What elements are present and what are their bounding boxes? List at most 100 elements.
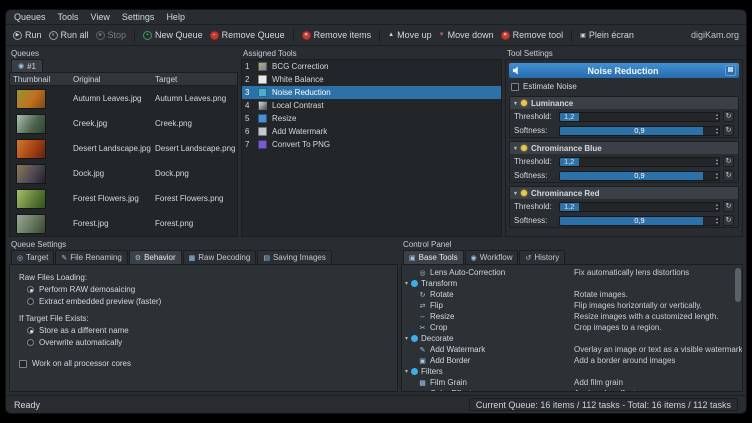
chrominance-blue-section-header[interactable]: ▾ Chrominance Blue [510, 142, 738, 154]
spinbox-arrows-icon[interactable]: ▴▾ [716, 172, 718, 180]
column-original[interactable]: Original [70, 75, 152, 84]
tab-file-renaming[interactable]: ✎File Renaming [55, 250, 127, 264]
queue-tab-1[interactable]: ◉ #1 [11, 59, 43, 72]
queue-row[interactable]: Desert Landscape.jpg Desert Landscape.pn… [10, 136, 237, 161]
chevron-down-icon[interactable]: ▾ [405, 335, 408, 342]
radio-store-different-name[interactable]: Store as a different name [19, 326, 388, 335]
spinbox-arrows-icon[interactable]: ▴▾ [716, 217, 718, 225]
spinbox-arrows-icon[interactable]: ▴▾ [716, 158, 718, 166]
tree-item-add-border[interactable]: ▣Add Border Add a border around images [402, 355, 742, 366]
assigned-tool-row-selected[interactable]: 3 Noise Reduction [242, 86, 501, 99]
tree-item-rotate[interactable]: ↻Rotate Rotate images. [402, 289, 742, 300]
tab-base-tools[interactable]: ▣Base Tools [403, 250, 464, 264]
radio-extract-embedded-preview[interactable]: Extract embedded preview (faster) [19, 297, 388, 306]
radio-icon[interactable] [27, 286, 34, 293]
reset-icon[interactable]: ↻ [723, 125, 734, 136]
chevron-down-icon[interactable]: ▾ [514, 145, 517, 152]
softness-slider[interactable]: 0,9 ▴▾ [559, 126, 720, 136]
tree-category-filters[interactable]: ▾Filters [402, 366, 742, 377]
assigned-tool-row[interactable]: 2 White Balance [242, 73, 501, 86]
tree-item-resize[interactable]: ↔Resize Resize images with a customized … [402, 311, 742, 322]
queue-row[interactable]: Creek.jpg Creek.png [10, 111, 237, 136]
work-all-cores-checkbox[interactable] [19, 360, 27, 368]
luminance-section-header[interactable]: ▾ Luminance [510, 97, 738, 109]
reset-icon[interactable]: ↻ [723, 156, 734, 167]
run-all-button[interactable]: »Run all [49, 30, 89, 40]
tree-item-film-grain[interactable]: ▦Film Grain Add film grain [402, 377, 742, 388]
reset-icon[interactable]: ↻ [723, 111, 734, 122]
tree-item-flip[interactable]: ⇄Flip Flip images horizontally or vertic… [402, 300, 742, 311]
spinbox-arrows-icon[interactable]: ▴▾ [716, 203, 718, 211]
radio-icon[interactable] [27, 327, 34, 334]
remove-queue-button[interactable]: −Remove Queue [210, 30, 285, 40]
menu-settings[interactable]: Settings [122, 12, 155, 22]
threshold-slider[interactable]: 1,2 ▴▾ [559, 157, 720, 167]
speaker-icon[interactable] [512, 66, 521, 75]
reset-icon[interactable]: ↻ [723, 215, 734, 226]
tab-saving-images[interactable]: ▤Saving Images [257, 250, 332, 264]
tree-item-label: Flip [430, 301, 443, 310]
chrominance-red-section-header[interactable]: ▾ Chrominance Red [510, 187, 738, 199]
softness-slider[interactable]: 0,9 ▴▾ [559, 171, 720, 181]
assigned-tool-row[interactable]: 4 Local Contrast [242, 99, 501, 112]
assigned-tool-row[interactable]: 7 Convert To PNG [242, 138, 501, 151]
queue-row[interactable]: Autumn Leaves.jpg Autumn Leaves.png [10, 86, 237, 111]
column-target[interactable]: Target [152, 75, 237, 84]
tab-raw-decoding[interactable]: ▦Raw Decoding [183, 250, 257, 264]
remove-items-button[interactable]: ✕Remove items [302, 30, 372, 40]
tree-item-add-watermark[interactable]: ✎Add Watermark Overlay an image or text … [402, 344, 742, 355]
tree-item-crop[interactable]: ✂Crop Crop images to a region. [402, 322, 742, 333]
tree-category-transform[interactable]: ▾Transform [402, 278, 742, 289]
vertical-scrollbar[interactable] [735, 268, 741, 302]
threshold-slider[interactable]: 1,2 ▴▾ [559, 112, 720, 122]
move-down-button[interactable]: ▼Move down [439, 30, 494, 40]
close-icon: ✕ [501, 31, 510, 40]
menu-view[interactable]: View [91, 12, 110, 22]
tool-properties-icon[interactable]: ▤ [725, 65, 736, 76]
tab-history[interactable]: ↺History [519, 250, 565, 264]
radio-icon[interactable] [27, 298, 34, 305]
menu-tools[interactable]: Tools [58, 12, 79, 22]
menu-help[interactable]: Help [166, 12, 185, 22]
tab-workflow[interactable]: ◉Workflow [465, 250, 519, 264]
chevron-down-icon[interactable]: ▾ [514, 100, 517, 107]
spinbox-arrows-icon[interactable]: ▴▾ [716, 127, 718, 135]
run-button[interactable]: ▶Run [13, 30, 42, 40]
queue-row[interactable]: Forest.jpg Forest.png [10, 211, 237, 236]
stop-button[interactable]: ■Stop [96, 30, 127, 40]
move-up-button[interactable]: ▲Move up [388, 30, 431, 40]
estimate-noise-checkbox[interactable] [511, 83, 519, 91]
remove-tool-button[interactable]: ✕Remove tool [501, 30, 564, 40]
assigned-tool-row[interactable]: 6 Add Watermark [242, 125, 501, 138]
tree-category-decorate[interactable]: ▾Decorate [402, 333, 742, 344]
assigned-tool-row[interactable]: 5 Resize [242, 112, 501, 125]
estimate-noise-row[interactable]: Estimate Noise [509, 78, 739, 93]
new-queue-button[interactable]: +New Queue [143, 30, 203, 40]
work-all-cores-row[interactable]: Work on all processor cores [19, 359, 388, 368]
tab-behavior[interactable]: ⚙Behavior [129, 250, 182, 264]
radio-perform-raw-demosaicing[interactable]: Perform RAW demosaicing [19, 285, 388, 294]
reset-icon[interactable]: ↻ [723, 201, 734, 212]
threshold-slider[interactable]: 1,2 ▴▾ [559, 202, 720, 212]
tree-item-color-effects[interactable]: ◑Color Effects Apply color effects [402, 388, 742, 392]
chevron-down-icon[interactable]: ▾ [514, 190, 517, 197]
tab-label: Base Tools [419, 253, 458, 262]
reset-icon[interactable]: ↻ [723, 170, 734, 181]
new-queue-label: New Queue [155, 30, 203, 40]
queue-row[interactable]: Forest Flowers.jpg Forest Flowers.png [10, 186, 237, 211]
tree-item-label: Add Border [430, 356, 470, 365]
tab-target[interactable]: ◎Target [11, 250, 54, 264]
column-thumbnail[interactable]: Thumbnail [10, 75, 70, 84]
chevron-down-icon[interactable]: ▾ [405, 368, 408, 375]
queue-row[interactable]: Dock.jpg Dock.png [10, 161, 237, 186]
menu-queues[interactable]: Queues [14, 12, 46, 22]
radio-icon[interactable] [27, 339, 34, 346]
tree-item-lens-auto-correction[interactable]: ◎Lens Auto-Correction Fix automatically … [402, 267, 742, 278]
chevron-down-icon[interactable]: ▾ [405, 280, 408, 287]
assigned-tool-row[interactable]: 1 BCG Correction [242, 60, 501, 73]
queues-panel-title: Queues [9, 49, 238, 59]
softness-slider[interactable]: 0,9 ▴▾ [559, 216, 720, 226]
spinbox-arrows-icon[interactable]: ▴▾ [716, 113, 718, 121]
fullscreen-button[interactable]: ▣Plein écran [580, 30, 634, 40]
radio-overwrite-automatically[interactable]: Overwrite automatically [19, 338, 388, 347]
